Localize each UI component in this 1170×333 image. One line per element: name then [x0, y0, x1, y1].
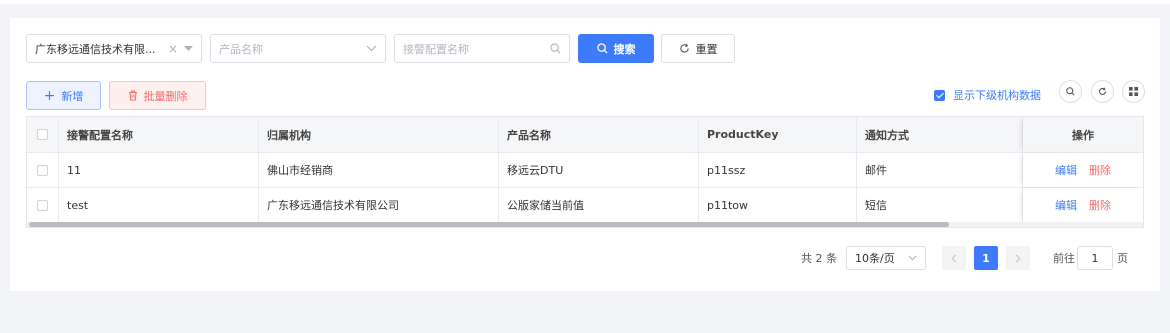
close-icon[interactable]: ×	[168, 42, 178, 56]
column-settings-button[interactable]	[1122, 80, 1145, 103]
cell-alarm-name: test	[59, 188, 259, 222]
show-sub-org-label: 显示下级机构数据	[953, 89, 1041, 102]
chevron-down-icon	[366, 45, 377, 52]
alarm-name-input[interactable]: 接警配置名称	[394, 34, 570, 63]
cell-product: 公版家储当前值	[499, 188, 699, 222]
header-product: 产品名称	[499, 117, 699, 152]
row-select-cell	[27, 153, 59, 187]
alarm-config-table: 接警配置名称 归属机构 产品名称 ProductKey 通知方式 操作 11 佛…	[26, 116, 1144, 228]
prev-page-button[interactable]	[942, 246, 966, 270]
select-all-checkbox[interactable]	[37, 129, 48, 140]
chevron-left-icon	[951, 253, 957, 263]
org-select[interactable]: 广东移远通信技术有限... ×	[26, 34, 202, 63]
edit-link[interactable]: 编辑	[1055, 197, 1077, 213]
pagination-total: 共 2 条	[801, 252, 837, 265]
chevron-down-icon	[184, 45, 193, 51]
search-button[interactable]: 搜索	[578, 34, 654, 63]
horizontal-scrollbar[interactable]	[27, 222, 1143, 227]
row-checkbox[interactable]	[37, 164, 48, 176]
cell-product-key: p11ssz	[699, 153, 857, 187]
product-select[interactable]: 产品名称	[210, 34, 386, 63]
header-select-cell	[27, 117, 59, 152]
alarm-name-placeholder: 接警配置名称	[403, 42, 469, 56]
header-org: 归属机构	[259, 117, 499, 152]
table-row: 11 佛山市经销商 移远云DTU p11ssz 邮件 编辑 删除	[27, 153, 1143, 188]
org-select-value: 广东移远通信技术有限...	[35, 42, 156, 56]
batch-delete-button[interactable]: 批量删除	[109, 81, 206, 110]
table-header-row: 接警配置名称 归属机构 产品名称 ProductKey 通知方式 操作	[27, 117, 1143, 153]
batch-delete-button-label: 批量删除	[143, 89, 188, 103]
header-alarm-name: 接警配置名称	[59, 117, 259, 152]
grid-icon	[1129, 87, 1138, 96]
add-button[interactable]: + 新增	[26, 81, 101, 110]
cell-product: 移远云DTU	[499, 153, 699, 187]
product-select-placeholder: 产品名称	[219, 42, 263, 56]
page-size-value: 10条/页	[855, 252, 895, 265]
toggle-search-button[interactable]	[1059, 80, 1082, 103]
page-unit-label: 页	[1117, 252, 1128, 265]
next-page-button[interactable]	[1006, 246, 1030, 270]
add-button-label: 新增	[61, 89, 84, 103]
trash-icon	[128, 90, 137, 101]
page-size-select[interactable]: 10条/页	[846, 246, 926, 270]
chevron-down-icon	[908, 255, 917, 261]
reset-button-label: 重置	[695, 42, 718, 56]
search-icon	[596, 43, 608, 54]
show-sub-org-toggle[interactable]: 显示下级机构数据	[934, 87, 1041, 103]
refresh-icon	[679, 43, 689, 53]
row-select-cell	[27, 188, 59, 222]
edit-link[interactable]: 编辑	[1055, 162, 1077, 178]
show-sub-org-checkbox[interactable]	[934, 89, 945, 101]
cell-org: 广东移远通信技术有限公司	[259, 188, 499, 222]
header-notify: 通知方式	[857, 117, 1023, 152]
search-button-label: 搜索	[613, 42, 636, 56]
page-number-current[interactable]: 1	[974, 246, 998, 270]
top-strip	[0, 0, 1170, 4]
goto-label: 前往	[1053, 252, 1075, 265]
main-panel: 广东移远通信技术有限... × 产品名称 接警配置名称 搜索 重置 + 新增 批	[10, 18, 1160, 291]
header-product-key: ProductKey	[699, 117, 857, 152]
row-checkbox[interactable]	[37, 199, 48, 211]
goto-page-input[interactable]: 1	[1077, 246, 1113, 270]
cell-org: 佛山市经销商	[259, 153, 499, 187]
delete-link[interactable]: 删除	[1089, 162, 1111, 178]
cell-actions: 编辑 删除	[1023, 153, 1143, 187]
scrollbar-thumb[interactable]	[29, 222, 949, 227]
reset-button[interactable]: 重置	[661, 34, 735, 63]
search-icon	[1066, 87, 1075, 96]
delete-link[interactable]: 删除	[1089, 197, 1111, 213]
plus-icon: +	[43, 87, 56, 104]
header-actions: 操作	[1023, 117, 1143, 152]
cell-product-key: p11tow	[699, 188, 857, 222]
search-icon	[550, 43, 561, 54]
chevron-right-icon	[1015, 253, 1021, 263]
cell-notify: 邮件	[857, 153, 1023, 187]
table-row: test 广东移远通信技术有限公司 公版家储当前值 p11tow 短信 编辑 删…	[27, 188, 1143, 223]
cell-notify: 短信	[857, 188, 1023, 222]
cell-alarm-name: 11	[59, 153, 259, 187]
cell-actions: 编辑 删除	[1023, 188, 1143, 222]
refresh-icon	[1098, 87, 1107, 95]
refresh-table-button[interactable]	[1091, 80, 1114, 103]
